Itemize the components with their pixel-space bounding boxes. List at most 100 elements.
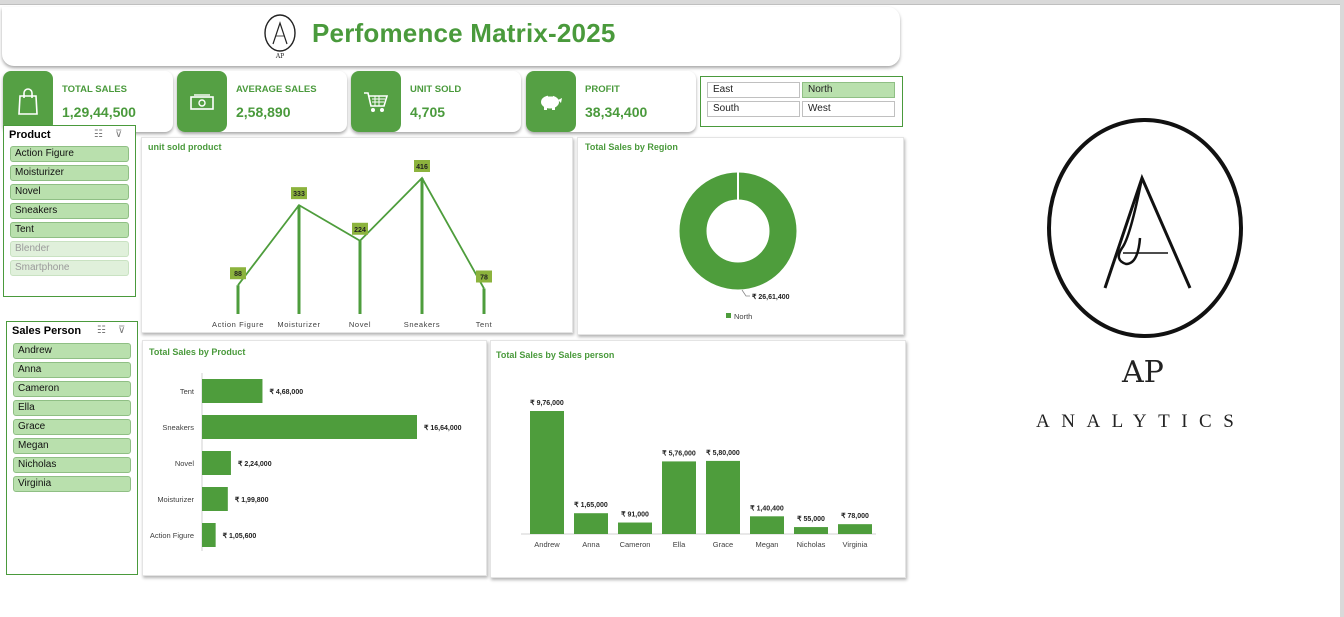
region-button-south[interactable]: South: [707, 101, 800, 117]
data-label: ₹ 9,76,000: [530, 399, 564, 407]
donut-chart-svg: ₹ 26,61,400 North: [679, 172, 797, 321]
shopping-bag-icon: [18, 87, 38, 115]
leader-line: [741, 289, 750, 297]
data-label: 78: [480, 275, 488, 282]
data-label: 333: [293, 191, 305, 198]
slicer-item-virginia[interactable]: Virginia: [13, 476, 131, 492]
product-slicer: Product ☷ ⊽ Action Figure Moisturizer No…: [3, 125, 136, 297]
multi-select-icon[interactable]: ☷: [94, 129, 103, 140]
bar: [750, 516, 784, 534]
data-label: ₹ 55,000: [797, 515, 825, 523]
kpi-label: AVERAGE SALES: [236, 84, 317, 95]
bar: [202, 379, 263, 403]
slicer-item-moisturizer[interactable]: Moisturizer: [10, 165, 129, 181]
x-tick-label: Virginia: [843, 540, 869, 549]
slicer-title: Sales Person: [12, 325, 82, 337]
x-tick-label: Megan: [756, 540, 779, 549]
bar: [794, 527, 828, 534]
svg-text:AP: AP: [275, 53, 284, 60]
region-button-north[interactable]: North: [802, 82, 895, 98]
data-label: ₹ 1,05,600: [223, 532, 257, 540]
slicer-item-andrew[interactable]: Andrew: [13, 343, 131, 359]
slicer-item-action-figure[interactable]: Action Figure: [10, 146, 129, 162]
bar: [202, 415, 417, 439]
slicer-item-megan[interactable]: Megan: [13, 438, 131, 454]
region-button-west[interactable]: West: [802, 101, 895, 117]
legend-swatch: [726, 313, 731, 318]
x-tick-label: Cameron: [620, 540, 651, 549]
kpi-value: 2,58,890: [236, 104, 291, 120]
chart-sales-by-salesperson: Total Sales by Sales person ₹ 9,76,000 An…: [490, 340, 906, 578]
data-label: ₹ 26,61,400: [752, 293, 790, 301]
salesperson-slicer: Sales Person ☷ ⊽ Andrew Anna Cameron Ell…: [6, 321, 138, 575]
bar: [838, 524, 872, 534]
slicer-item-grace[interactable]: Grace: [13, 419, 131, 435]
slicer-item-novel[interactable]: Novel: [10, 184, 129, 200]
kpi-value: 1,29,44,500: [62, 104, 136, 120]
slicer-item-ella[interactable]: Ella: [13, 400, 131, 416]
bar: [202, 451, 231, 475]
bar: [202, 487, 228, 511]
kpi-icon-box: [526, 71, 576, 132]
data-label: ₹ 1,65,000: [574, 501, 608, 509]
kpi-profit: PROFIT 38,34,400: [526, 71, 696, 132]
data-label: 224: [354, 227, 366, 234]
data-label: ₹ 1,40,400: [750, 504, 784, 512]
data-label: ₹ 91,000: [621, 511, 649, 519]
chart-sales-by-region: Total Sales by Region ₹ 26,61,400 North: [577, 137, 904, 335]
hbar-chart-svg: Tent ₹ 4,68,000 Sneakers ₹ 16,64,000 Novel ₹ …: [150, 373, 462, 551]
y-tick-label: Action Figure: [150, 531, 194, 540]
x-tick-label: Tent: [476, 320, 493, 329]
x-tick-label: Nicholas: [797, 540, 826, 549]
kpi-icon-box: [3, 71, 53, 132]
brand-monogram: AP: [1122, 355, 1164, 390]
bar: [706, 460, 740, 534]
slicer-item-anna[interactable]: Anna: [13, 362, 131, 378]
kpi-unit-sold: UNIT SOLD 4,705: [351, 71, 521, 132]
kpi-label: UNIT SOLD: [410, 84, 462, 95]
multi-select-icon[interactable]: ☷: [97, 325, 106, 336]
kpi-total-sales: TOTAL SALES 1,29,44,500: [3, 71, 173, 132]
x-tick-label: Moisturizer: [277, 320, 320, 329]
data-label: ₹ 1,99,800: [235, 496, 269, 504]
window-top-border: [0, 0, 1344, 5]
chart-sales-by-product: Total Sales by Product Tent ₹ 4,68,000 Sne…: [142, 340, 487, 576]
slicer-item-tent[interactable]: Tent: [10, 222, 129, 238]
data-label: ₹ 4,68,000: [269, 388, 303, 396]
x-tick-label: Novel: [349, 320, 371, 329]
bar: [618, 522, 652, 534]
window-scrollbar-edge: [1340, 0, 1344, 617]
slicer-item-cameron[interactable]: Cameron: [13, 381, 131, 397]
data-label: ₹ 78,000: [841, 512, 869, 520]
x-tick-label: Action Figure: [212, 320, 264, 329]
bar: [202, 523, 216, 547]
slicer-title: Product: [9, 129, 51, 141]
x-tick-label: Grace: [713, 540, 733, 549]
kpi-label: TOTAL SALES: [62, 84, 127, 95]
y-tick-label: Sneakers: [162, 423, 194, 432]
data-label: ₹ 2,24,000: [238, 460, 272, 468]
clear-filter-icon[interactable]: ⊽: [118, 325, 125, 336]
region-slicer: East North South West: [700, 76, 903, 127]
data-label: 416: [416, 164, 428, 171]
brand-name: ANALYTICS: [1036, 411, 1246, 432]
slicer-item-sneakers[interactable]: Sneakers: [10, 203, 129, 219]
data-label: ₹ 5,76,000: [662, 449, 696, 457]
y-tick-label: Moisturizer: [157, 495, 194, 504]
kpi-value: 38,34,400: [585, 104, 648, 120]
shopping-cart-icon: [364, 91, 389, 112]
data-label: ₹ 16,64,000: [424, 424, 462, 432]
slicer-item-smartphone[interactable]: Smartphone: [10, 260, 129, 276]
piggy-bank-icon: [541, 94, 562, 110]
bar: [662, 461, 696, 534]
slicer-item-blender[interactable]: Blender: [10, 241, 129, 257]
x-tick-label: Ella: [673, 540, 686, 549]
kpi-icon-box: [177, 71, 227, 132]
data-label: ₹ 5,80,000: [706, 449, 740, 457]
slicer-item-nicholas[interactable]: Nicholas: [13, 457, 131, 473]
bar: [530, 411, 564, 534]
kpi-average-sales: AVERAGE SALES 2,58,890: [177, 71, 347, 132]
ap-logo-icon: AP: [264, 14, 296, 60]
clear-filter-icon[interactable]: ⊽: [115, 129, 122, 140]
region-button-east[interactable]: East: [707, 82, 800, 98]
